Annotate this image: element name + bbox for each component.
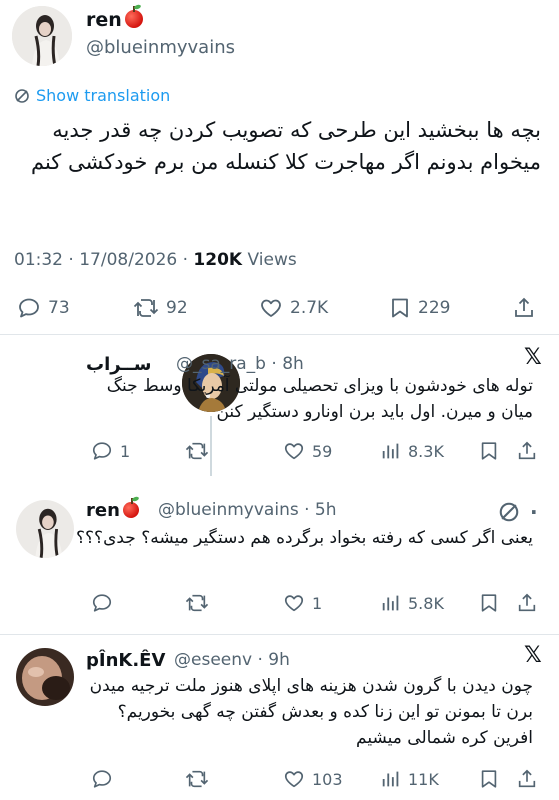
like-count: 1 <box>312 593 323 613</box>
repost-icon <box>185 594 209 612</box>
display-name[interactable]: ren <box>86 6 143 31</box>
views-count: 5.8K <box>408 593 444 613</box>
reply-button[interactable]: 1 <box>90 440 130 462</box>
show-translation-label: Show translation <box>36 86 171 105</box>
share-button[interactable] <box>516 768 538 790</box>
main-tweet: ren @blueinmyvains Show translation بچه … <box>0 0 559 334</box>
views-button[interactable]: 8.3K <box>380 440 444 462</box>
bookmark-icon <box>481 442 497 460</box>
bookmark-button[interactable] <box>478 768 500 790</box>
bookmark-count: 229 <box>418 298 451 318</box>
tweet-time[interactable]: 01:32 <box>14 250 63 270</box>
views-label: Views <box>247 250 297 270</box>
like-count: 103 <box>312 769 343 789</box>
display-name[interactable]: ren <box>86 498 139 521</box>
handle-and-time: @_sa_ra_b · 8h <box>176 354 304 374</box>
avatar[interactable] <box>16 500 74 558</box>
tweet-text: بچه ها ببخشید این طرحی که تصویب کردن چه … <box>30 118 541 174</box>
tweet-time[interactable]: 9h <box>268 650 290 670</box>
handle[interactable]: @_sa_ra_b <box>176 354 266 374</box>
share-button[interactable] <box>516 440 538 462</box>
handle-and-time: @blueinmyvains · 5h <box>158 500 337 520</box>
x-logo-icon: 𝕏 <box>524 345 542 370</box>
reply-icon <box>92 442 112 460</box>
show-translation-link[interactable]: Show translation <box>14 86 170 105</box>
repost-button[interactable] <box>184 592 210 614</box>
views-count: 8.3K <box>408 441 444 461</box>
views-count: 120K <box>193 250 243 270</box>
x-logo-icon: 𝕏 <box>524 643 542 668</box>
repost-count: 92 <box>166 298 188 318</box>
share-button[interactable] <box>512 296 536 320</box>
bookmark-button[interactable] <box>478 592 500 614</box>
share-icon <box>515 297 533 317</box>
share-icon <box>518 441 536 460</box>
handle-and-time: @eseenv · 9h <box>174 650 290 670</box>
bookmark-icon <box>392 298 408 318</box>
reply-count: 1 <box>120 441 131 461</box>
tweet-text: چون دیدن با گرون شدن هزینه های اپلای هنو… <box>89 676 533 748</box>
tweet-date[interactable]: 17/08/2026 <box>79 250 177 270</box>
like-button[interactable]: 2.7K <box>258 296 328 320</box>
bookmark-button[interactable] <box>478 440 500 462</box>
reply-icon <box>19 298 39 318</box>
tweet-text: یعنی اگر کسی که رفته بخواد برگرده هم دست… <box>76 528 533 548</box>
thread-line <box>210 416 212 476</box>
heart-icon <box>284 443 304 460</box>
handle[interactable]: @blueinmyvains <box>158 500 299 520</box>
like-button[interactable]: 59 <box>282 440 332 462</box>
repost-icon <box>185 442 209 460</box>
share-icon <box>518 769 536 788</box>
avatar[interactable] <box>16 648 74 706</box>
reply-icon <box>92 594 112 612</box>
repost-icon <box>133 299 159 317</box>
share-icon <box>518 593 536 612</box>
heart-icon <box>261 299 281 317</box>
like-count: 59 <box>312 441 333 461</box>
red-apple-emoji <box>124 6 143 28</box>
views-icon <box>382 443 399 459</box>
display-name[interactable]: pÎnK.ÊV <box>86 650 165 671</box>
tweet-text: توله های خودشون با ویزای تحصیلی مولتی آم… <box>106 376 533 422</box>
red-apple-emoji <box>122 498 139 518</box>
more-options-icon[interactable]: · <box>530 500 538 524</box>
bookmark-button[interactable]: 229 <box>388 296 450 320</box>
reply-button[interactable]: 73 <box>16 296 70 320</box>
share-button[interactable] <box>516 592 538 614</box>
heart-icon <box>284 595 304 612</box>
like-button[interactable]: 1 <box>282 592 322 614</box>
views-button[interactable]: 5.8K <box>380 592 444 614</box>
display-name[interactable]: ســراب <box>86 354 151 375</box>
tweet-time[interactable]: 8h <box>282 354 304 374</box>
tweet-meta: 01:32 · 17/08/2026 · 120K Views <box>14 250 297 270</box>
like-count: 2.7K <box>290 298 329 318</box>
bookmark-icon <box>481 770 497 788</box>
reply-count: 73 <box>48 298 70 318</box>
handle[interactable]: @blueinmyvains <box>86 37 235 58</box>
heart-icon <box>284 771 304 788</box>
reply-icon <box>92 770 112 788</box>
translate-icon <box>15 88 29 103</box>
reply-button[interactable] <box>90 592 114 614</box>
views-button[interactable]: 11K <box>380 768 439 790</box>
repost-icon <box>185 770 209 788</box>
bookmark-icon <box>481 594 497 612</box>
tweet-time[interactable]: 5h <box>315 500 337 520</box>
views-icon <box>382 595 399 611</box>
repost-button[interactable] <box>184 768 210 790</box>
reply-button[interactable] <box>90 768 114 790</box>
views-count: 11K <box>408 769 439 789</box>
translate-icon[interactable] <box>498 501 520 527</box>
divider <box>0 634 559 635</box>
divider <box>0 334 559 335</box>
repost-button[interactable] <box>184 440 210 462</box>
repost-button[interactable]: 92 <box>132 296 188 320</box>
like-button[interactable]: 103 <box>282 768 343 790</box>
views-icon <box>382 771 399 787</box>
avatar[interactable] <box>12 6 72 66</box>
handle[interactable]: @eseenv <box>174 650 252 670</box>
